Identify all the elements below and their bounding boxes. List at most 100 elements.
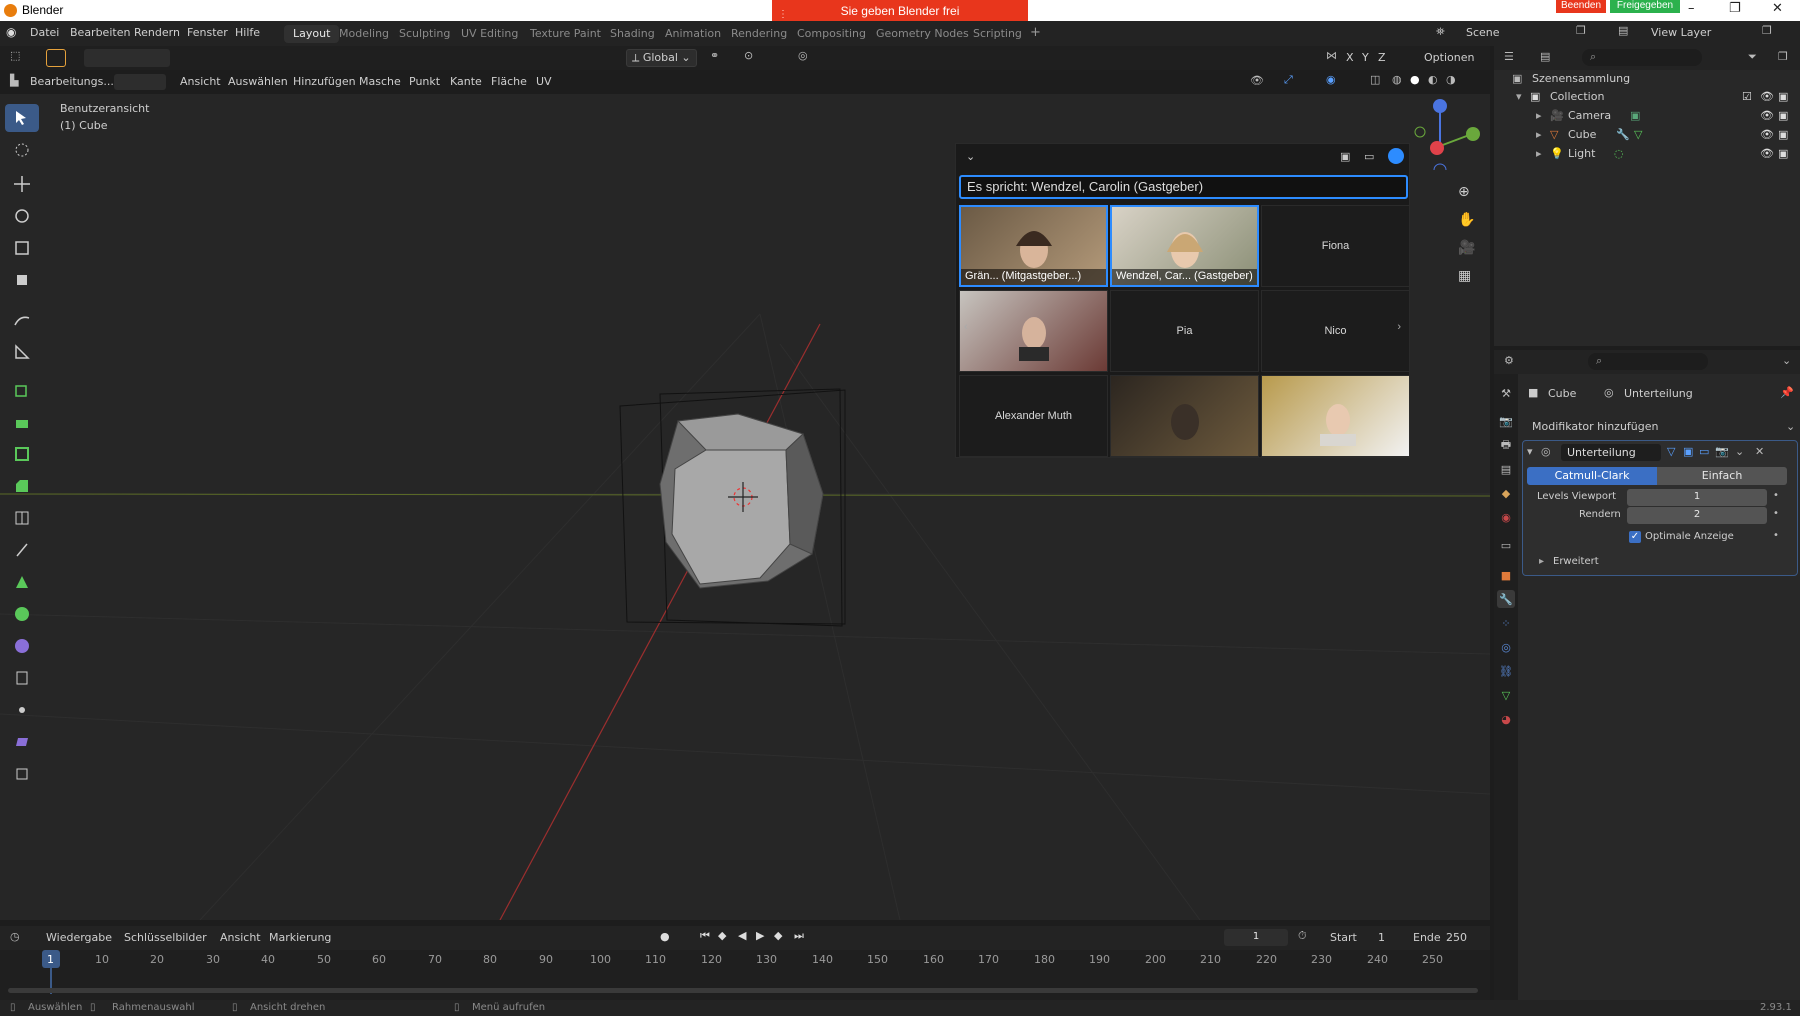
add-modifier-dropdown[interactable]: Modifikator hinzufügen — [1532, 420, 1658, 433]
participant-tile[interactable]: Grän... (Mitgastgeber...) — [959, 205, 1108, 287]
loop-cut-tool[interactable] — [5, 504, 39, 532]
close-icon[interactable]: ✕ — [1772, 1, 1783, 16]
tab-rendering[interactable]: Rendering — [722, 25, 796, 43]
expand-icon[interactable]: ▸ — [1536, 109, 1542, 122]
camera-view-icon[interactable]: 🎥 — [1458, 240, 1475, 256]
select-box-tool[interactable] — [5, 104, 39, 132]
modifier-menu-icon[interactable]: ⌄ — [1735, 445, 1744, 458]
tab-sculpting[interactable]: Sculpting — [390, 25, 459, 43]
cursor-tool[interactable] — [5, 136, 39, 164]
menu-file[interactable]: Datei — [30, 26, 59, 39]
visibility-icon[interactable]: 👁 — [1250, 74, 1264, 87]
properties-editor-icon[interactable]: ⚙ — [1504, 354, 1514, 367]
eye-icon[interactable]: 👁 — [1760, 147, 1774, 160]
levels-viewport-field[interactable]: 1 — [1627, 489, 1767, 506]
xray-icon[interactable]: ◫ — [1370, 73, 1380, 86]
menu-edge[interactable]: Kante — [450, 75, 482, 88]
start-frame-field[interactable]: 1 — [1378, 931, 1385, 944]
collapse-chevron-icon[interactable]: ⌄ — [966, 150, 975, 163]
modifier-name-field[interactable]: Unterteilung — [1561, 444, 1661, 461]
play-reverse-icon[interactable]: ◀ — [738, 929, 746, 942]
tab-geometry-nodes[interactable]: Geometry Nodes — [867, 25, 978, 43]
expand-icon[interactable]: ▸ — [1536, 128, 1542, 141]
optimal-display-checkbox[interactable]: ✓ — [1629, 531, 1641, 543]
jump-start-icon[interactable]: ⏮ — [700, 929, 710, 943]
checkbox-icon[interactable]: ☑ — [1742, 90, 1752, 103]
tab-texture-paint[interactable]: Texture Paint — [521, 25, 610, 43]
pin-icon[interactable]: 📌 — [1780, 386, 1794, 399]
view-layer-tab-icon[interactable]: ▤ — [1497, 460, 1515, 478]
timeline[interactable]: 1 10 20 30 40 50 60 70 80 90 100 110 120… — [0, 950, 1490, 1000]
expand-icon[interactable]: ▸ — [1536, 147, 1542, 160]
menu-playback[interactable]: Wiedergabe — [46, 931, 112, 944]
prev-keyframe-icon[interactable]: ◆ — [718, 929, 726, 942]
snap-icon[interactable]: ⊙ — [744, 49, 753, 62]
end-share-button[interactable]: Beenden — [1556, 0, 1606, 13]
outliner-row-camera[interactable]: ▸ 🎥 Camera ▣ 👁 ▣ — [1494, 109, 1800, 127]
material-shading-icon[interactable]: ◐ — [1428, 73, 1438, 86]
expand-advanced-icon[interactable]: ▸ — [1539, 556, 1544, 567]
keyframe-dot-icon[interactable]: • — [1773, 490, 1779, 501]
selection-mode-buttons[interactable] — [84, 49, 170, 67]
axis-z[interactable]: Z — [1378, 51, 1386, 64]
menu-uv[interactable]: UV — [536, 75, 552, 88]
navigation-gizmo[interactable] — [1400, 94, 1490, 170]
filter-icon[interactable]: ⏷ — [1748, 50, 1757, 64]
wireframe-shading-icon[interactable]: ◍ — [1392, 73, 1402, 86]
gallery-view-icon[interactable] — [1388, 148, 1404, 164]
render-icon[interactable]: 📷 — [1715, 445, 1729, 458]
remove-modifier-icon[interactable]: ✕ — [1755, 445, 1764, 458]
proportional-edit-icon[interactable]: ◎ — [798, 49, 808, 62]
pan-hand-icon[interactable]: ✋ — [1458, 212, 1475, 228]
blender-menu-icon[interactable]: ◉ — [6, 25, 16, 39]
pip-icon[interactable]: ▣ — [1340, 150, 1350, 163]
realtime-icon[interactable]: ▭ — [1699, 445, 1709, 458]
outliner-editor-icon[interactable]: ☰ — [1504, 50, 1514, 63]
minimize-panel-icon[interactable]: ▭ — [1364, 150, 1374, 163]
next-keyframe-icon[interactable]: ◆ — [774, 929, 782, 942]
tab-scripting[interactable]: Scripting — [964, 25, 1031, 43]
participant-tile[interactable]: Alexander Muth — [959, 375, 1108, 457]
menu-view[interactable]: Ansicht — [180, 75, 221, 88]
scale-tool[interactable] — [5, 234, 39, 262]
tab-shading[interactable]: Shading — [601, 25, 664, 43]
view-layer-name[interactable]: View Layer — [1651, 26, 1711, 39]
measure-tool[interactable] — [5, 338, 39, 366]
catmull-clark-button[interactable]: Catmull-Clark — [1527, 467, 1657, 485]
menu-select[interactable]: Auswählen — [228, 75, 288, 88]
participant-tile[interactable] — [1110, 375, 1259, 457]
shrink-fatten-tool[interactable] — [5, 696, 39, 724]
select-mode-icon[interactable] — [46, 49, 66, 67]
axis-y[interactable]: Y — [1362, 51, 1369, 64]
outliner-row-scene-collection[interactable]: ▣ Szenensammlung — [1494, 72, 1800, 90]
outliner-row-cube[interactable]: ▸ ▽ Cube 🔧 ▽ 👁 ▣ — [1494, 128, 1800, 146]
collection-tab-icon[interactable]: ▭ — [1497, 536, 1515, 554]
extrude-tool[interactable] — [5, 408, 39, 436]
participant-tile[interactable]: ‹ — [959, 290, 1108, 372]
tab-compositing[interactable]: Compositing — [788, 25, 875, 43]
shared-status-button[interactable]: Freigegeben — [1610, 0, 1680, 13]
menu-timeline-view[interactable]: Ansicht — [220, 931, 261, 944]
keyframe-dot-icon[interactable]: • — [1773, 508, 1779, 519]
add-workspace-icon[interactable]: + — [1030, 25, 1041, 40]
rendered-shading-icon[interactable]: ◑ — [1446, 73, 1456, 86]
menu-vertex[interactable]: Punkt — [409, 75, 440, 88]
timeline-scrollbar[interactable] — [8, 988, 1478, 993]
transform-tool[interactable] — [5, 266, 39, 294]
editor-type-icon[interactable]: ⬚ — [10, 49, 20, 62]
zoom-icon[interactable]: ⊕ — [1458, 184, 1470, 200]
participant-tile[interactable] — [1261, 375, 1410, 457]
orientation-dropdown[interactable]: ⟂ Global ⌄ — [626, 49, 697, 67]
outliner-search-input[interactable] — [1582, 49, 1702, 66]
axis-x[interactable]: X — [1346, 51, 1354, 64]
new-collection-icon[interactable]: ❐ — [1778, 50, 1788, 63]
menu-face[interactable]: Fläche — [491, 75, 527, 88]
collapse-icon[interactable]: ▾ — [1527, 445, 1533, 458]
view-layer-icon[interactable]: ▤ — [1618, 24, 1628, 37]
scene-name[interactable]: Scene — [1466, 26, 1500, 39]
render-levels-field[interactable]: 2 — [1627, 507, 1767, 524]
properties-options-icon[interactable]: ⌄ — [1782, 354, 1791, 367]
menu-window[interactable]: Fenster — [187, 26, 228, 39]
data-tab-icon[interactable]: ▽ — [1497, 686, 1515, 704]
menu-edit[interactable]: Bearbeiten — [70, 26, 130, 39]
